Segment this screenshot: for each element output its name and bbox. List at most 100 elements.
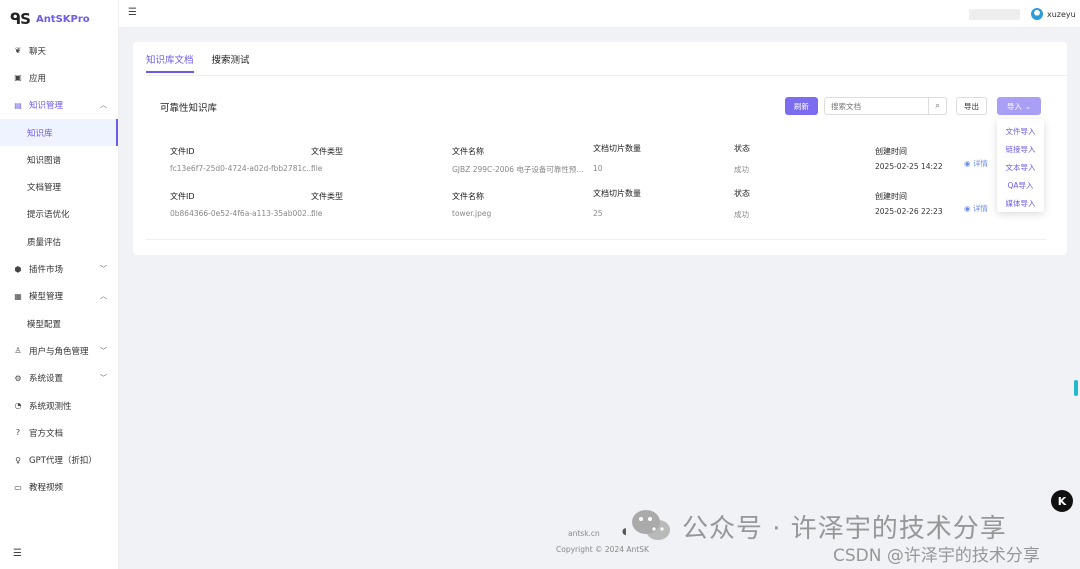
menu-item-qa-import[interactable]: QA导入 (997, 177, 1044, 195)
sidebar-item-6[interactable]: 提示语优化 (0, 201, 118, 228)
sidebar-item-11[interactable]: ♙ 用户与角色管理 ﹀ (0, 337, 118, 364)
watermark-text: 公众号 · 许泽宇的技术分享 (682, 514, 1007, 544)
menu-item-media-import[interactable]: 媒体导入 (997, 195, 1044, 213)
export-button[interactable]: 导出 (956, 97, 987, 115)
menu-item-file-import[interactable]: 文件导入 (997, 122, 1044, 140)
app-name: AntSKPro (35, 13, 90, 25)
footer-copyright: Copyright © 2024 AntSK (556, 545, 649, 554)
sidebar-item-14[interactable]: ? 官方文档 (0, 419, 118, 446)
sidebar-item-label: 系统设置 (29, 374, 64, 385)
tab-kb-documents[interactable]: 知识库文档 (146, 52, 194, 73)
sidebar-item-label: 用户与角色管理 (29, 346, 89, 357)
question-icon: ? (15, 428, 21, 438)
sidebar-item-label: 模型配置 (27, 319, 62, 330)
chat-icon: ❦ (14, 46, 22, 56)
search-input[interactable] (825, 101, 929, 111)
eye-icon: ◉ (964, 204, 971, 213)
detail-label: 详情 (972, 159, 988, 168)
sidebar-item-2[interactable]: ▤ 知识管理 ︿ (0, 92, 118, 119)
chevron-down-icon: ﹀ (100, 374, 107, 383)
avatar (1031, 8, 1043, 20)
chevron-down-icon: ﹀ (100, 346, 107, 355)
created-cell: 创建时间 2025-02-26 22:23 (875, 191, 943, 216)
app-icon: ▣ (14, 73, 22, 83)
sidebar-item-13[interactable]: ◔ 系统观测性 (0, 392, 118, 419)
col-header-id: 文件ID (170, 147, 195, 156)
detail-link[interactable]: ◉ 详情 (964, 158, 988, 169)
detail-label: 详情 (972, 204, 988, 213)
import-dropdown: 文件导入 链接导入 文本导入 QA导入 媒体导入 (997, 119, 1044, 212)
username: xuzeyu (1047, 9, 1076, 19)
sidebar-item-7[interactable]: 质量评估 (0, 228, 118, 255)
sidebar-item-1[interactable]: ▣ 应用 (0, 64, 118, 91)
sidebar-item-16[interactable]: ▭ 教程视频 (0, 474, 118, 501)
user-icon: ♙ (14, 346, 22, 356)
import-button[interactable]: 导入 ⌄ (997, 97, 1041, 115)
refresh-button[interactable]: 刷新 (785, 97, 818, 115)
knowledge-base-title: 可靠性知识库 (160, 103, 218, 114)
user-menu[interactable]: xuzeyu (1031, 8, 1076, 20)
menu-item-link-import[interactable]: 链接导入 (997, 140, 1044, 158)
float-assistant-button[interactable]: K (1051, 490, 1073, 512)
sidebar-item-label: 文档管理 (27, 183, 62, 194)
sidebar-item-label: 应用 (29, 73, 47, 84)
sidebar-item-label: 知识管理 (29, 101, 64, 112)
book-icon: ▤ (14, 100, 22, 110)
sidebar-item-12[interactable]: ⚙ 系统设置 ﹀ (0, 365, 118, 392)
tabs: 知识库文档 搜索测试 (146, 52, 250, 73)
menu-toggle-icon[interactable]: ☰ (128, 7, 137, 18)
sidebar-item-4[interactable]: 知识图谱 (0, 146, 118, 173)
sidebar-item-label: 知识图谱 (27, 155, 62, 166)
chevron-down-icon: ﹀ (100, 265, 107, 274)
tab-search-test[interactable]: 搜索测试 (212, 52, 250, 73)
collapse-sidebar-icon[interactable]: ☰ (13, 548, 22, 559)
col-header-name: 文件名称 (452, 192, 484, 201)
sidebar-item-5[interactable]: 文档管理 (0, 173, 118, 200)
logo[interactable]: ᑫS AntSKPro (0, 0, 118, 38)
file-name-cell: 文件名称 GJBZ 299C-2006 电子设备可靠性预... (452, 146, 584, 175)
plugin-icon: ⬢ (14, 264, 22, 274)
sidebar-item-15[interactable]: ♀ GPT代理（折扣） (0, 446, 118, 473)
sidebar-item-label: 系统观测性 (29, 401, 72, 412)
col-header-created: 创建时间 (875, 147, 907, 156)
col-header-created: 创建时间 (875, 192, 907, 201)
sidebar-item-label: 教程视频 (29, 483, 64, 494)
sidebar-item-label: 插件市场 (29, 265, 64, 276)
status-badge: 成功 (734, 210, 749, 219)
sidebar-item-label: 知识库 (27, 128, 53, 139)
sidebar-item-label: 提示语优化 (27, 210, 70, 221)
file-name: tower.jpeg (452, 209, 492, 218)
list-item: 文件ID 0b864366-0e52-4f6a-a113-35ab002... … (146, 172, 1046, 219)
tab-divider (146, 75, 1067, 76)
col-header-chunks: 文档切片数量 (593, 144, 641, 153)
top-header: ☰ xuzeyu (119, 0, 1080, 28)
sidebar-item-label: 质量评估 (27, 237, 62, 248)
chunk-count: 25 (593, 209, 603, 218)
chunk-count-cell: 文档切片数量 10 (593, 143, 641, 173)
sidebar-item-0[interactable]: ❦ 聊天 (0, 37, 118, 64)
col-header-status: 状态 (734, 144, 750, 153)
sidebar-item-9[interactable]: ▦ 模型管理 ︿ (0, 283, 118, 310)
github-icon[interactable]: ◖ (622, 527, 627, 537)
sidebar-item-3[interactable]: 知识库 (0, 118, 118, 147)
col-header-type: 文件类型 (311, 147, 343, 156)
observe-icon: ◔ (14, 401, 22, 410)
sidebar-item-10[interactable]: 模型配置 (0, 310, 118, 337)
col-header-name: 文件名称 (452, 147, 484, 156)
search-icon[interactable]: ⌕ (928, 98, 946, 114)
wechat-watermark-icon (632, 510, 670, 540)
bulb-icon: ♀ (15, 455, 21, 465)
footer-site-link[interactable]: antsk.cn (568, 529, 600, 538)
created-cell: 创建时间 2025-02-25 14:22 (875, 146, 943, 171)
scroll-indicator[interactable] (1074, 380, 1078, 396)
sidebar: ᑫS AntSKPro ❦ 聊天 ▣ 应用 ▤ 知识管理 ︿ 知识库知识图谱文档管理提示语优化… (0, 0, 119, 569)
file-type-cell: 文件类型 file (311, 146, 343, 173)
col-header-status: 状态 (734, 189, 750, 198)
chevron-up-icon: ︿ (100, 292, 107, 301)
menu-item-text-import[interactable]: 文本导入 (997, 158, 1044, 176)
sidebar-item-8[interactable]: ⬢ 插件市场 ﹀ (0, 255, 118, 282)
sidebar-item-label: 聊天 (29, 46, 47, 57)
document-list: 文件ID fc13e6f7-25d0-4724-a02d-fbb2781c...… (146, 128, 1046, 240)
detail-link[interactable]: ◉ 详情 (964, 203, 988, 214)
video-icon: ▭ (14, 482, 22, 492)
